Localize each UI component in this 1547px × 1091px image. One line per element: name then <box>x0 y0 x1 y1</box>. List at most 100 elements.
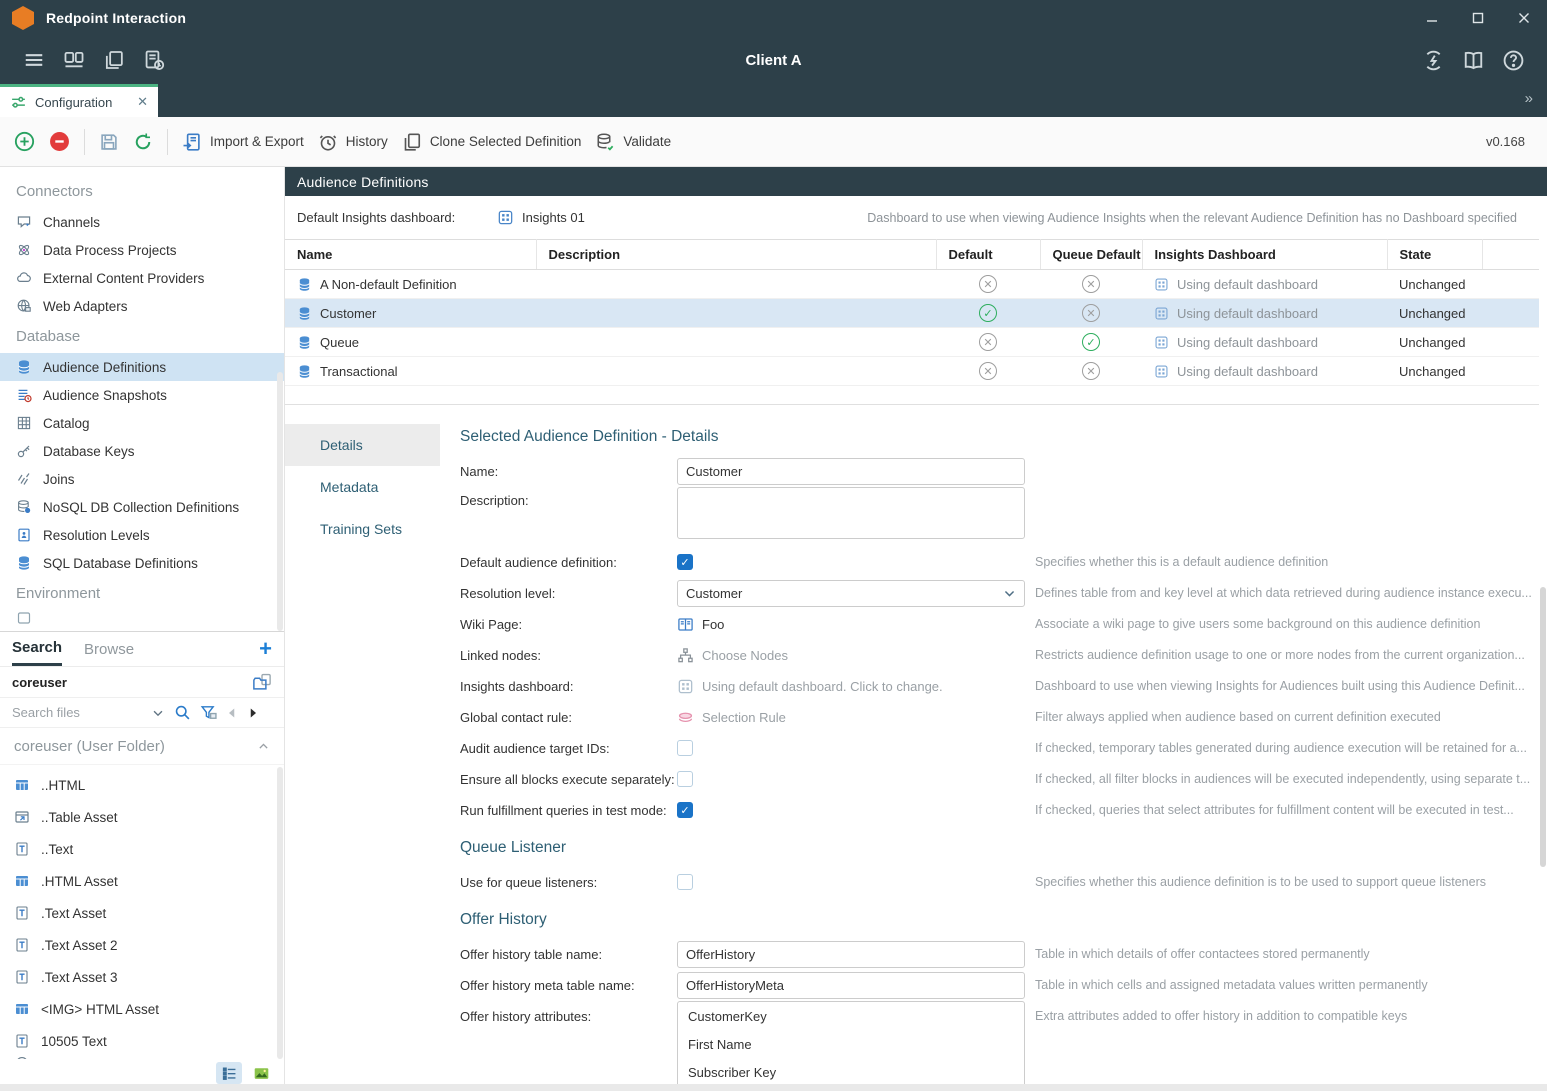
tab-metadata[interactable]: Metadata <box>285 466 440 508</box>
tab-details[interactable]: Details <box>285 424 440 466</box>
global-contact-rule-value[interactable]: Selection Rule <box>702 710 786 725</box>
file-list-scrollbar[interactable] <box>277 767 283 1059</box>
documentation-button[interactable] <box>1453 40 1493 80</box>
table-row[interactable]: Transactional ✕ ✕ Using default dashboar… <box>285 357 1539 386</box>
attr-item[interactable]: Subscriber Key <box>678 1058 1024 1086</box>
sidebar-item-web-adapters[interactable]: Web Adapters <box>0 292 284 320</box>
default-definition-row: Default audience definition: ✓ Specifies… <box>460 547 1547 577</box>
col-state[interactable]: State <box>1387 240 1482 270</box>
file-item[interactable]: <IMG> HTML Asset <box>0 993 284 1025</box>
search-query-input[interactable] <box>12 675 212 690</box>
file-label: <IMG> HTML Asset <box>41 1002 159 1017</box>
sidebar-item-sql-database-definitions[interactable]: SQL Database Definitions <box>0 549 284 577</box>
add-button[interactable] <box>14 131 35 152</box>
save-button[interactable] <box>99 132 119 152</box>
file-item[interactable]: ..Text <box>0 833 284 865</box>
col-queue-default[interactable]: Queue Default <box>1040 240 1142 270</box>
description-textarea[interactable] <box>677 487 1025 539</box>
import-export-button[interactable]: Import & Export <box>182 132 304 152</box>
workspaces-button[interactable] <box>54 40 94 80</box>
offer-history-table-input[interactable] <box>677 941 1025 968</box>
insights-dashboard-value[interactable]: Using default dashboard. Click to change… <box>702 679 943 694</box>
add-search-button[interactable]: + <box>259 638 272 660</box>
default-dashboard-value[interactable]: Insights 01 <box>497 209 585 226</box>
table-row[interactable]: Queue ✕ ✓ Using default dashboard Unchan… <box>285 328 1539 357</box>
documents-button[interactable] <box>94 40 134 80</box>
ensure-blocks-checkbox[interactable] <box>677 771 693 787</box>
scheduled-docs-button[interactable] <box>134 40 174 80</box>
col-default[interactable]: Default <box>936 240 1040 270</box>
thumbnail-view-button[interactable] <box>248 1062 274 1084</box>
collapse-caret-icon[interactable] <box>257 740 270 753</box>
sidebar-item-audience-definitions[interactable]: Audience Definitions <box>0 353 284 381</box>
tab-configuration[interactable]: Configuration ✕ <box>0 84 158 117</box>
connection-status-button[interactable] <box>1413 40 1453 80</box>
details-scrollbar[interactable] <box>1540 587 1546 867</box>
col-name[interactable]: Name <box>285 240 536 270</box>
import-export-label: Import & Export <box>210 134 304 149</box>
wiki-page-value[interactable]: Foo <box>702 617 724 632</box>
sidebar-item-catalog[interactable]: Catalog <box>0 409 284 437</box>
tab-training-sets[interactable]: Training Sets <box>285 508 440 550</box>
refresh-button[interactable] <box>133 132 153 152</box>
redpoint-logo-icon <box>12 6 34 30</box>
history-button[interactable]: History <box>318 132 388 152</box>
audit-target-ids-checkbox[interactable] <box>677 740 693 756</box>
tab-search[interactable]: Search <box>12 632 62 666</box>
help-button[interactable] <box>1493 40 1533 80</box>
offer-history-meta-input[interactable] <box>677 972 1025 999</box>
main-menu-button[interactable] <box>14 40 54 80</box>
sidebar-item-audience-snapshots[interactable]: Audience Snapshots <box>0 381 284 409</box>
offer-history-attrs-listbox[interactable]: CustomerKey First Name Subscriber Key <box>677 1001 1025 1091</box>
col-description[interactable]: Description <box>536 240 936 270</box>
close-button[interactable] <box>1501 0 1547 36</box>
open-in-folder-icon[interactable] <box>252 672 272 692</box>
tab-overflow-chevrons[interactable]: » <box>1525 90 1533 107</box>
sidebar-item-database-keys[interactable]: Database Keys <box>0 437 284 465</box>
search-files-input[interactable] <box>12 705 142 720</box>
next-arrow-icon[interactable] <box>247 707 259 719</box>
clone-selected-definition-button[interactable]: Clone Selected Definition <box>402 132 582 152</box>
list-view-button[interactable] <box>216 1062 242 1084</box>
tab-browse[interactable]: Browse <box>84 632 134 666</box>
run-fulfillment-checkbox[interactable]: ✓ <box>677 802 693 818</box>
filter-icon[interactable] <box>200 704 217 721</box>
queue-default-check-icon: ✓ <box>1082 333 1100 351</box>
table-row-selected[interactable]: Customer ✓ ✕ Using default dashboard Unc… <box>285 299 1539 328</box>
file-item[interactable]: ..HTML <box>0 769 284 801</box>
file-item[interactable]: .Text Asset 2 <box>0 929 284 961</box>
chevron-down-icon[interactable] <box>151 706 165 720</box>
remove-button[interactable] <box>49 131 70 152</box>
sidebar-item-resolution-levels[interactable]: Resolution Levels <box>0 521 284 549</box>
validate-button[interactable]: Validate <box>595 132 671 152</box>
sidebar-item-external-content-providers[interactable]: External Content Providers <box>0 264 284 292</box>
file-item[interactable]: .Text Asset <box>0 897 284 929</box>
search-icon[interactable] <box>174 704 191 721</box>
sidebar-item-label: Web Adapters <box>43 299 128 314</box>
resolution-level-value: Customer <box>686 586 742 601</box>
minimize-button[interactable] <box>1409 0 1455 36</box>
file-item[interactable]: 10505 Text <box>0 1025 284 1057</box>
file-item[interactable]: .Text Asset 3 <box>0 961 284 993</box>
sidebar-item-joins[interactable]: Joins <box>0 465 284 493</box>
file-item[interactable]: .HTML Asset <box>0 865 284 897</box>
name-input[interactable] <box>677 458 1025 485</box>
table-row[interactable]: A Non-default Definition ✕ ✕ Using defau… <box>285 270 1539 299</box>
queue-listeners-checkbox[interactable] <box>677 874 693 890</box>
col-insights-dashboard[interactable]: Insights Dashboard <box>1142 240 1387 270</box>
tab-close-icon[interactable]: ✕ <box>137 94 148 110</box>
resolution-level-select[interactable]: Customer <box>677 580 1025 607</box>
nav-scrollbar[interactable] <box>277 372 283 631</box>
default-definition-checkbox[interactable]: ✓ <box>677 554 693 570</box>
file-label: .HTML Asset <box>41 874 118 889</box>
attr-item[interactable]: CustomerKey <box>678 1002 1024 1030</box>
sidebar-item-nosql-db-collection-definitions[interactable]: NoSQL DB Collection Definitions <box>0 493 284 521</box>
sidebar-item-channels[interactable]: Channels <box>0 208 284 236</box>
linked-nodes-value[interactable]: Choose Nodes <box>702 648 788 663</box>
file-item[interactable]: ..Table Asset <box>0 801 284 833</box>
sidebar-item-data-process-projects[interactable]: Data Process Projects <box>0 236 284 264</box>
prev-arrow-icon[interactable] <box>226 707 238 719</box>
maximize-button[interactable] <box>1455 0 1501 36</box>
user-folder-header[interactable]: coreuser (User Folder) <box>0 728 284 765</box>
attr-item[interactable]: First Name <box>678 1030 1024 1058</box>
